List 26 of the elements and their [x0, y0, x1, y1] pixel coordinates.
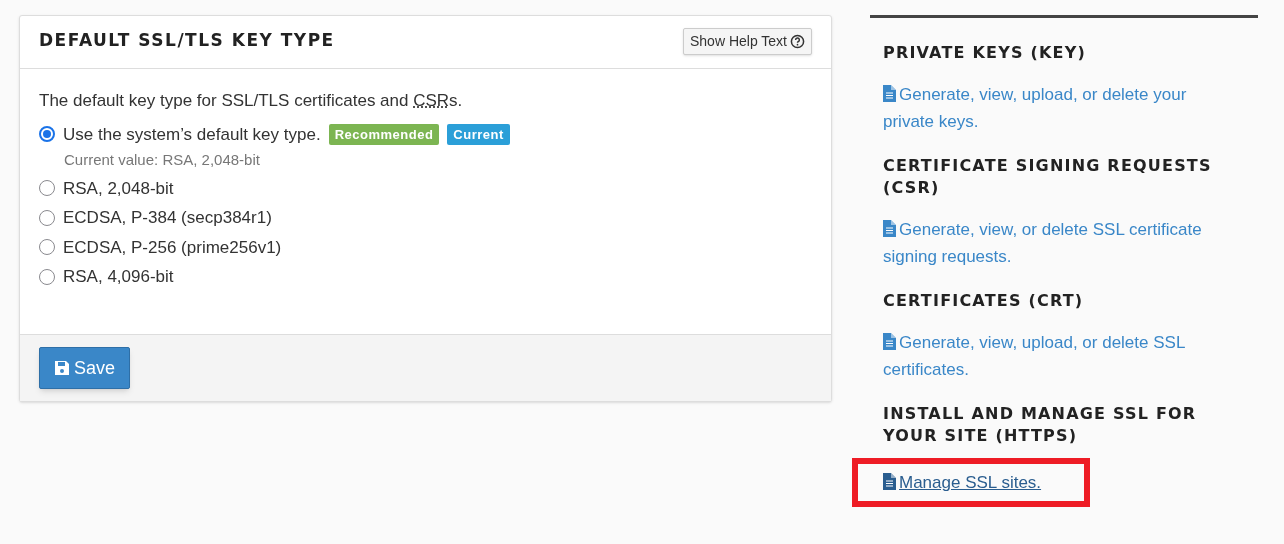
document-icon [883, 333, 896, 350]
save-button[interactable]: Save [39, 347, 131, 389]
description-text: The default key type for SSL/TLS certificates and CSRs. [39, 90, 464, 112]
option-label: ECDSA, P-384 (secp384r1) [63, 207, 272, 229]
card-title: DEFAULT SSL/TLS KEY TYPE [39, 29, 335, 52]
document-icon [883, 220, 896, 237]
section-heading: PRIVATE KEYS (KEY) [883, 42, 1087, 64]
option-label: RSA, 2,048-bit [63, 177, 174, 200]
section-link[interactable]: Manage SSL sites. [883, 469, 1084, 496]
section-link[interactable]: Generate, view, upload, or delete your private keys. [883, 81, 1223, 135]
radio-button[interactable] [39, 126, 55, 143]
section-link[interactable]: Generate, view, upload, or delete SSL certificates. [883, 329, 1223, 383]
help-text-button[interactable]: Show Help Text [683, 28, 812, 55]
option-label: Use the system’s default key type. [63, 123, 321, 146]
option-label: ECDSA, P-256 (prime256v1) [63, 236, 282, 259]
option-label: RSA, 4,096-bit [63, 266, 174, 288]
document-icon [883, 85, 896, 102]
status-badge: Current [447, 123, 510, 145]
document-icon [883, 473, 896, 490]
section-heading: CERTIFICATES (CRT) [883, 290, 1085, 312]
section-link[interactable]: Generate, view, or delete SSL certificate signing requests. [883, 216, 1223, 270]
status-badge: Recommended [328, 123, 440, 145]
section-heading: CERTIFICATE SIGNING REQUESTS (CSR) [883, 155, 1213, 199]
help-icon [790, 34, 805, 49]
section-heading: INSTALL AND MANAGE SSL FOR YOUR SITE (HTTPS) [883, 403, 1198, 447]
current-value-note: Current value: RSA, 2,048-bit [64, 150, 261, 170]
